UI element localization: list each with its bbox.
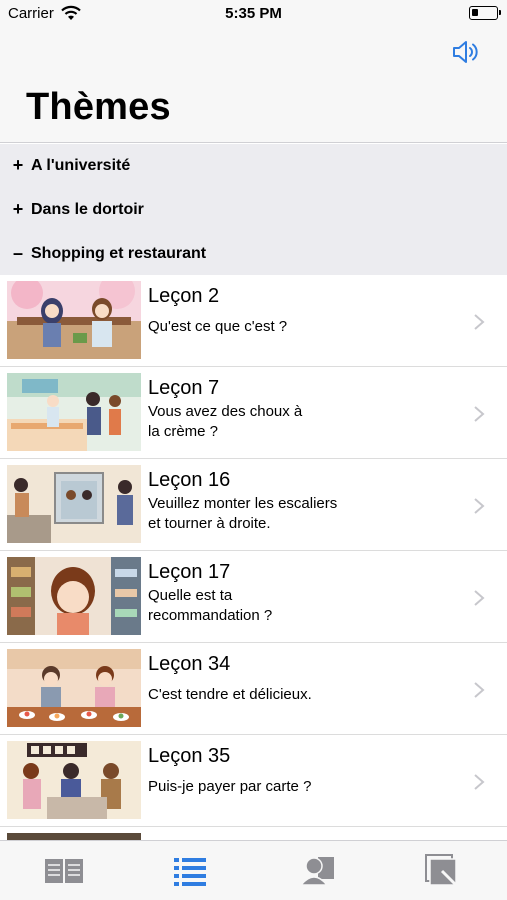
lesson-thumbnail (7, 741, 141, 819)
chevron-right-icon (474, 498, 485, 514)
lesson-subtitle: Quelle est ta (148, 587, 233, 604)
lesson-subtitle-line2: la crème ? (148, 423, 219, 440)
chevron-right-icon (474, 774, 485, 790)
lesson-thumbnail (7, 649, 141, 727)
section-label: A l'université (31, 157, 131, 174)
lesson-row[interactable]: Leçon 7 Vous avez des choux à la crème ? (0, 367, 507, 459)
lesson-title: Leçon 7 (148, 377, 220, 399)
page-title: Thèmes (26, 86, 171, 128)
navigation-bar: Thèmes (0, 28, 507, 143)
chevron-right-icon (474, 590, 485, 606)
lesson-list[interactable]: Leçon 2 Qu'est ce que c'est ? Leçon 7 Vo… (0, 275, 507, 840)
list-icon[interactable] (168, 851, 212, 891)
lesson-row[interactable]: Leçon 34 C'est tendre et délicieux. (0, 643, 507, 735)
status-bar: Carrier 5:35 PM (0, 0, 507, 28)
lesson-row-partial[interactable] (0, 827, 507, 840)
section-label: Dans le dortoir (31, 201, 144, 218)
lesson-title: Leçon 35 (148, 745, 231, 767)
lesson-subtitle: C'est tendre et délicieux. (148, 686, 312, 703)
lesson-row[interactable]: Leçon 35 Puis-je payer par carte ? (0, 735, 507, 827)
lesson-subtitle: Qu'est ce que c'est ? (148, 318, 288, 335)
lesson-subtitle: Veuillez monter les escaliers (148, 495, 338, 512)
collapse-icon: – (12, 243, 23, 263)
lesson-title: Leçon 2 (148, 285, 220, 307)
expand-icon: + (12, 155, 24, 175)
lesson-thumbnail (7, 373, 141, 451)
lesson-title: Leçon 16 (148, 469, 231, 491)
lesson-subtitle: Vous avez des choux à (148, 403, 303, 420)
lesson-title: Leçon 34 (148, 653, 231, 675)
section-dans-le-dortoir[interactable]: + Dans le dortoir (0, 188, 507, 232)
chevron-right-icon (474, 406, 485, 422)
section-shopping-et-restaurant[interactable]: – Shopping et restaurant (0, 232, 507, 276)
lesson-subtitle-line2: et tourner à droite. (148, 515, 271, 532)
cards-icon[interactable] (420, 851, 464, 891)
status-time: 5:35 PM (225, 5, 282, 22)
lesson-title: Leçon 17 (148, 561, 231, 583)
lesson-subtitle: Puis-je payer par carte ? (148, 778, 312, 795)
lesson-thumbnail (7, 557, 141, 635)
expand-icon: + (12, 199, 24, 219)
profile-icon[interactable] (296, 851, 340, 891)
lesson-thumbnail (7, 465, 141, 543)
lesson-subtitle-line2: recommandation ? (148, 607, 273, 624)
lesson-row[interactable]: Leçon 17 Quelle est ta recommandation ? (0, 551, 507, 643)
speaker-icon[interactable] (451, 37, 481, 67)
lesson-thumbnail (7, 833, 141, 840)
lesson-row[interactable]: Leçon 16 Veuillez monter les escaliers e… (0, 459, 507, 551)
tab-bar (0, 840, 507, 900)
section-a-l-universite[interactable]: + A l'université (0, 144, 507, 188)
lesson-row[interactable]: Leçon 2 Qu'est ce que c'est ? (0, 275, 507, 367)
lesson-thumbnail (7, 281, 141, 359)
section-label: Shopping et restaurant (31, 245, 207, 262)
battery-icon (469, 6, 501, 20)
book-icon[interactable] (42, 851, 86, 891)
chevron-right-icon (474, 314, 485, 330)
chevron-right-icon (474, 682, 485, 698)
